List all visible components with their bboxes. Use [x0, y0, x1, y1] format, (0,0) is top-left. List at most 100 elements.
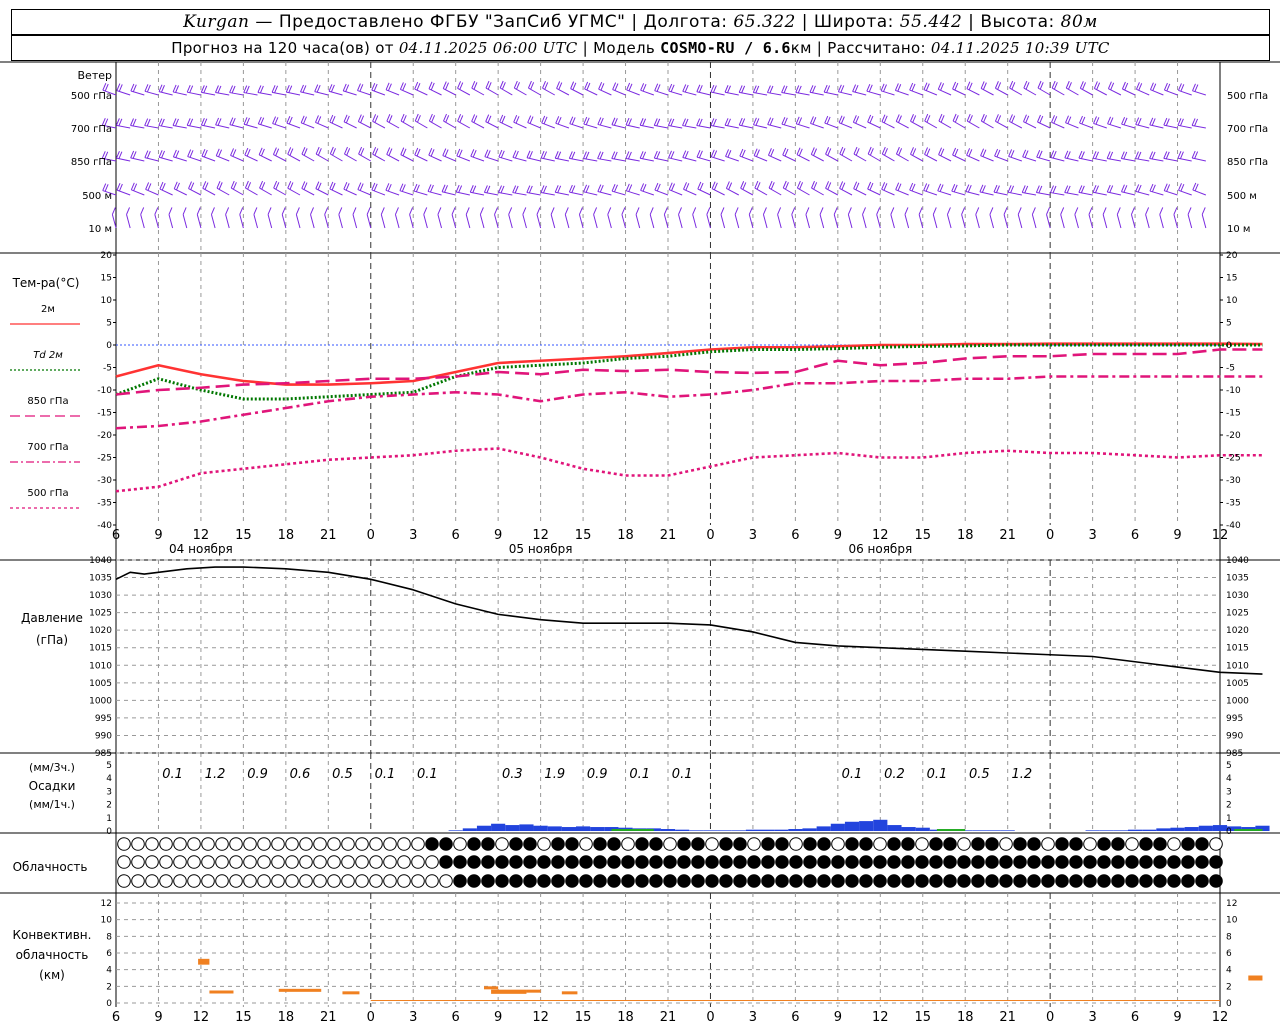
wind-barb-flag — [374, 148, 379, 156]
wind-barb-flag — [1137, 117, 1142, 126]
wind-barb-flag — [146, 118, 151, 127]
wind-barb-flag — [288, 85, 293, 93]
wind-barb-flag — [1130, 207, 1135, 215]
wind-barb-flag — [583, 184, 588, 193]
wind-barb-flag — [1092, 185, 1097, 193]
wind-barb-flag — [214, 85, 219, 93]
wind-barb-flag — [512, 185, 517, 193]
cloud-symbol — [341, 874, 355, 888]
cloud-symbol — [243, 874, 257, 888]
cloud-symbol — [999, 874, 1013, 888]
temp-y-tick: -20 — [97, 431, 112, 441]
cloud-symbol — [201, 855, 215, 869]
wind-barb-flag — [210, 207, 215, 215]
conv-title-1: Конвективн. — [13, 928, 92, 942]
wind-barb — [1092, 157, 1107, 162]
precip-bar — [844, 821, 860, 831]
wind-barb-flag — [1121, 116, 1126, 125]
cloud-symbol — [705, 855, 719, 869]
wind-barb-flag — [918, 207, 923, 215]
wind-barb-flag — [1191, 118, 1196, 126]
pressure-y-tick-right: 1010 — [1226, 661, 1249, 671]
wind-barb-flag — [980, 148, 985, 156]
conv-cloud-bar — [484, 986, 499, 990]
x-tick-label-conv: 15 — [575, 1010, 592, 1024]
wind-barb-flag — [813, 148, 818, 156]
cloud-symbol — [117, 874, 131, 888]
cloud-symbol — [971, 837, 985, 851]
wind-barb-flag — [1092, 151, 1097, 159]
wind-barb-flag — [200, 117, 205, 126]
conv-y-tick: 0 — [106, 999, 112, 1009]
wind-barb-flag — [154, 207, 159, 215]
pressure-unit: (гПа) — [36, 633, 68, 647]
wind-barb-flag — [498, 149, 503, 158]
wind-barb — [154, 214, 159, 229]
wind-barb — [654, 90, 669, 96]
wind-barb — [654, 189, 669, 196]
wind-barb-flag — [740, 181, 745, 189]
wind-barb — [413, 190, 428, 196]
pressure-y-tick-right: 1030 — [1226, 591, 1249, 601]
wind-barb-flag — [1194, 151, 1199, 159]
cloud-symbol — [859, 855, 873, 869]
cloud-symbol — [621, 855, 635, 869]
wind-barb — [479, 214, 485, 229]
precip-total-label: 1.9 — [544, 767, 565, 782]
wind-barb-flag — [189, 150, 194, 158]
cloud-symbol — [327, 837, 341, 851]
wind-barb — [593, 214, 598, 229]
wind-barb-flag — [840, 85, 845, 93]
wind-barb-flag — [557, 116, 562, 125]
wind-barb — [1159, 214, 1164, 229]
wind-barb — [1074, 214, 1079, 229]
wind-barb-flag — [966, 113, 971, 122]
wind-barb-flag — [1038, 185, 1043, 194]
wind-barb-flag — [343, 114, 348, 122]
cloud-symbol — [901, 855, 915, 869]
temp-y-tick-right: -40 — [1226, 521, 1241, 531]
wind-barb-flag — [371, 82, 376, 91]
wind-level-label-right: 500 м — [1227, 191, 1257, 202]
wind-barb-flag — [968, 149, 973, 157]
cloud-symbol — [719, 874, 733, 888]
wind-barb-flag — [1039, 82, 1044, 90]
wind-barb-flag — [130, 182, 135, 190]
wind-barb-flag — [303, 116, 307, 124]
cloud-symbol — [705, 837, 719, 851]
wind-barb — [371, 89, 386, 96]
wind-barb-flag — [172, 118, 177, 126]
precip-bar — [448, 830, 463, 831]
wind-barb — [130, 90, 145, 96]
wind-barb — [352, 214, 358, 229]
wind-barb — [1192, 90, 1206, 96]
wind-barb-flag — [1024, 185, 1029, 194]
wind-barb-flag — [586, 82, 591, 91]
wind-barb — [725, 155, 739, 162]
wind-barb — [201, 155, 216, 162]
cloud-symbol — [621, 874, 635, 888]
wind-barb-flag — [782, 147, 787, 156]
wind-barb-flag — [975, 207, 980, 215]
wind-barb-flag — [358, 146, 363, 155]
wind-barb — [300, 91, 315, 96]
wind-barb-flag — [202, 181, 207, 189]
x-tick-label-temp: 6 — [1131, 528, 1139, 543]
wind-barb-flag — [867, 114, 872, 123]
cloud-symbol — [1069, 874, 1083, 888]
x-tick-label-temp: 15 — [235, 528, 252, 543]
pressure-y-tick-right: 1035 — [1226, 574, 1249, 584]
pressure-y-tick: 1020 — [89, 626, 112, 636]
wind-barb — [951, 190, 966, 196]
cloud-symbol — [187, 837, 201, 851]
wind-barb-flag — [501, 115, 506, 124]
cloud-symbol — [593, 855, 607, 869]
wind-barb-flag — [1053, 82, 1058, 90]
wind-barb — [796, 123, 810, 129]
wind-barb-flag — [386, 113, 391, 122]
wind-barb-flag — [1163, 151, 1168, 159]
wind-barb-flag — [926, 115, 931, 123]
precip-bar — [859, 821, 874, 831]
wind-barb-flag — [940, 148, 945, 157]
cloud-symbol — [803, 874, 817, 888]
